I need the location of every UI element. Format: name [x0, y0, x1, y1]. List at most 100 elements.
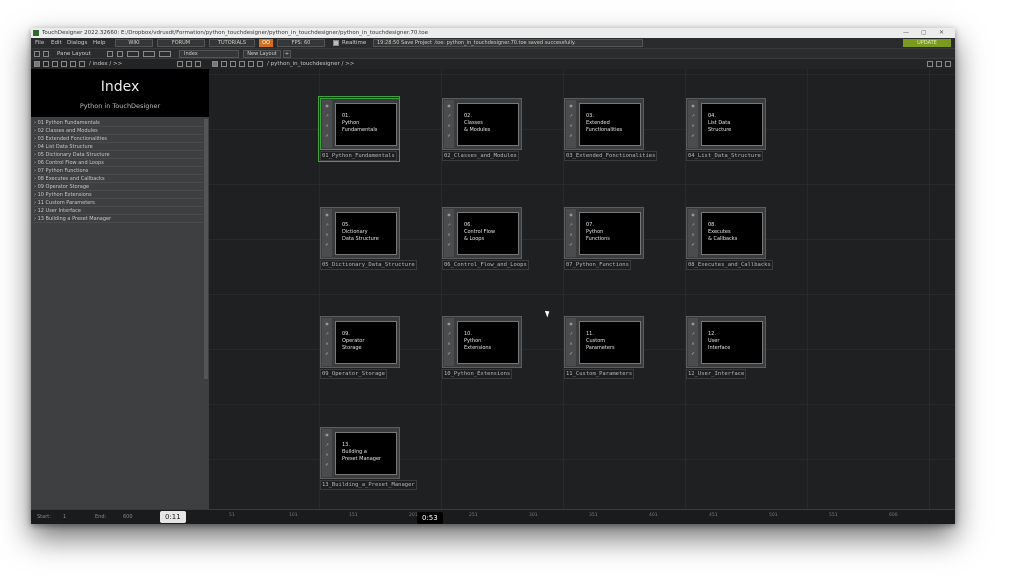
network-editor[interactable]: ◉ ↗ ✕ ✐ 01. Python Fundamentals 01_Python_Funda… [209, 69, 955, 509]
viewer-flag-icon[interactable]: ◉ [690, 212, 696, 217]
component-node[interactable]: ◉ ↗ ✕ ✐ 03. Extended Functionalities 03_Extende… [564, 98, 658, 161]
add-icon-right[interactable] [248, 61, 254, 67]
node-frame[interactable]: ◉ ↗ ✕ ✐ 05. Dictionary Data Structure [320, 207, 400, 259]
node-frame[interactable]: ◉ ↗ ✕ ✐ 09. Operator Storage [320, 316, 400, 368]
index-item[interactable]: › 08 Executes and Callbacks [31, 175, 203, 183]
node-frame[interactable]: ◉ ↗ ✕ ✐ 12. User Interface [686, 316, 766, 368]
bypass-flag-icon[interactable]: ✕ [324, 452, 330, 457]
node-name[interactable]: 03_Extended_Fonctionalities [564, 151, 658, 161]
bypass-flag-icon[interactable]: ✕ [690, 341, 696, 346]
display-flag-icon[interactable]: ✐ [568, 133, 574, 138]
index-item[interactable]: › 03 Extended Fonctionalities [31, 135, 203, 143]
forward-icon[interactable] [61, 61, 67, 67]
display-flag-icon[interactable]: ✐ [446, 133, 452, 138]
timeline-bar[interactable]: Start: 1 End: 600 0:11 0:53 51 101 151 201 2… [31, 509, 955, 524]
index-item[interactable]: › 13 Building a Preset Manager [31, 215, 203, 223]
node-name[interactable]: 11_Custom_Parameters [564, 369, 635, 379]
display-flag-icon[interactable]: ✐ [446, 242, 452, 247]
oo-button[interactable]: OO [259, 39, 273, 47]
node-frame[interactable]: ◉ ↗ ✕ ✐ 13. Building a Preset Manager [320, 427, 400, 479]
menu-file[interactable]: File [35, 38, 44, 48]
tutorials-button[interactable]: TUTORIALS [209, 39, 255, 47]
component-node[interactable]: ◉ ↗ ✕ ✐ 04. List Data Structure 04_List_Data_St… [686, 98, 766, 161]
display-flag-icon[interactable]: ✐ [690, 351, 696, 356]
component-node[interactable]: ◉ ↗ ✕ ✐ 12. User Interface 12_User_Interface [686, 316, 766, 379]
back-icon[interactable] [52, 61, 58, 67]
menu-edit[interactable]: Edit [51, 38, 62, 48]
edit-flag-icon[interactable]: ↗ [324, 442, 330, 447]
viewer-flag-icon[interactable]: ◉ [446, 103, 452, 108]
node-frame[interactable]: ◉ ↗ ✕ ✐ 07. Python Functions [564, 207, 644, 259]
display-flag-icon[interactable]: ✐ [324, 351, 330, 356]
update-button[interactable]: UPDATE [903, 39, 951, 47]
node-frame[interactable]: ◉ ↗ ✕ ✐ 04. List Data Structure [686, 98, 766, 150]
display-flag-icon[interactable]: ✐ [446, 351, 452, 356]
realtime-checkbox[interactable] [333, 40, 339, 46]
bypass-flag-icon[interactable]: ✕ [568, 123, 574, 128]
layout-icon-3[interactable] [127, 51, 139, 57]
index-item[interactable]: › 02 Classes and Modules [31, 127, 203, 135]
node-frame[interactable]: ◉ ↗ ✕ ✐ 10. Python Extensions [442, 316, 522, 368]
display-flag-icon[interactable]: ✐ [568, 351, 574, 356]
viewer-flag-icon[interactable]: ◉ [568, 103, 574, 108]
component-node[interactable]: ◉ ↗ ✕ ✐ 09. Operator Storage 09_Operator_Storag… [320, 316, 400, 379]
display-flag-icon[interactable]: ✐ [690, 242, 696, 247]
edit-flag-icon[interactable]: ↗ [568, 331, 574, 336]
viewer-flag-icon[interactable]: ◉ [324, 212, 330, 217]
layout-icon-2[interactable] [117, 51, 123, 57]
menu-dialogs[interactable]: Dialogs [67, 38, 87, 48]
viewer-flag-icon[interactable]: ◉ [324, 321, 330, 326]
node-frame[interactable]: ◉ ↗ ✕ ✐ 08. Executes & Callbacks [686, 207, 766, 259]
node-name[interactable]: 07_Python_Functions [564, 260, 631, 270]
left-pane-option-1[interactable] [177, 61, 183, 67]
bypass-flag-icon[interactable]: ✕ [690, 123, 696, 128]
component-node[interactable]: ◉ ↗ ✕ ✐ 10. Python Extensions 10_Python_Extensi… [442, 316, 522, 379]
left-pane-option-2[interactable] [186, 61, 192, 67]
bookmark-icon[interactable] [79, 61, 85, 67]
wiki-button[interactable]: WIKI [115, 39, 153, 47]
display-flag-icon[interactable]: ✐ [324, 242, 330, 247]
bypass-flag-icon[interactable]: ✕ [568, 341, 574, 346]
left-pane-option-3[interactable] [195, 61, 201, 67]
viewer-flag-icon[interactable]: ◉ [446, 212, 452, 217]
edit-flag-icon[interactable]: ↗ [690, 113, 696, 118]
viewer-flag-icon[interactable]: ◉ [690, 321, 696, 326]
node-name[interactable]: 12_User_Interface [686, 369, 747, 379]
node-name[interactable]: 09_Operator_Storage [320, 369, 387, 379]
right-pane-option-3[interactable] [945, 61, 951, 67]
bypass-flag-icon[interactable]: ✕ [324, 232, 330, 237]
edit-flag-icon[interactable]: ↗ [446, 331, 452, 336]
component-node[interactable]: ◉ ↗ ✕ ✐ 02. Classes & Modules 02_Classes_and_Mo… [442, 98, 522, 161]
layout-icon-5[interactable] [159, 51, 171, 57]
index-item[interactable]: › 04 List Data Structure [31, 143, 203, 151]
bypass-flag-icon[interactable]: ✕ [324, 341, 330, 346]
viewer-flag-icon[interactable]: ◉ [568, 321, 574, 326]
menu-arrow-icon-right[interactable] [212, 61, 218, 67]
node-frame[interactable]: ◉ ↗ ✕ ✐ 02. Classes & Modules [442, 98, 522, 150]
component-node[interactable]: ◉ ↗ ✕ ✐ 06. Control Flow & Loops 06_Control_Flo… [442, 207, 529, 270]
node-name[interactable]: 08_Executes_and_Callbacks [686, 260, 773, 270]
start-value[interactable]: 1 [63, 514, 66, 520]
home-icon[interactable] [43, 61, 49, 67]
index-item[interactable]: › 05 Dictionary Data Structure [31, 151, 203, 159]
bypass-flag-icon[interactable]: ✕ [446, 341, 452, 346]
index-item[interactable]: › 11 Custom Parameters [31, 199, 203, 207]
viewer-flag-icon[interactable]: ◉ [324, 432, 330, 437]
tab-new-layout[interactable]: New Layout [243, 50, 281, 58]
minimize-button[interactable]: — [903, 28, 909, 38]
node-name[interactable]: 06_Control_Flow_and_Loops [442, 260, 529, 270]
component-node[interactable]: ◉ ↗ ✕ ✐ 07. Python Functions 07_Python_Function… [564, 207, 644, 270]
index-item[interactable]: › 07 Python Functions [31, 167, 203, 175]
index-item[interactable]: › 10 Python Extensions [31, 191, 203, 199]
bypass-flag-icon[interactable]: ✕ [446, 123, 452, 128]
component-node[interactable]: ◉ ↗ ✕ ✐ 08. Executes & Callbacks 08_Executes_an… [686, 207, 773, 270]
viewer-flag-icon[interactable]: ◉ [446, 321, 452, 326]
edit-flag-icon[interactable]: ↗ [324, 222, 330, 227]
maximize-button[interactable]: ▢ [921, 28, 927, 38]
viewer-flag-icon[interactable]: ◉ [690, 103, 696, 108]
node-frame[interactable]: ◉ ↗ ✕ ✐ 06. Control Flow & Loops [442, 207, 522, 259]
node-frame[interactable]: ◉ ↗ ✕ ✐ 11. Custom Parameters [564, 316, 644, 368]
node-name[interactable]: 10_Python_Extensions [442, 369, 513, 379]
index-item[interactable]: › 12 User Interface [31, 207, 203, 215]
menu-help[interactable]: Help [93, 38, 106, 48]
